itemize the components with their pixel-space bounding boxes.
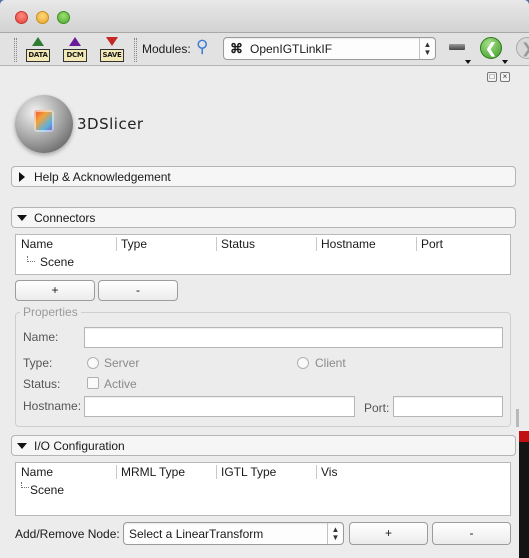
hostname-label: Hostname: bbox=[23, 399, 82, 413]
title-bar bbox=[0, 0, 529, 33]
io-section-header[interactable]: I/O Configuration bbox=[11, 435, 516, 456]
column-header-mrml-type[interactable]: MRML Type bbox=[116, 465, 185, 479]
tree-item-scene[interactable]: Scene bbox=[30, 483, 64, 497]
server-radio-label[interactable]: Server bbox=[104, 356, 139, 370]
column-header-port[interactable]: Port bbox=[416, 237, 443, 251]
server-radio[interactable] bbox=[87, 357, 99, 369]
dock-header: □ × bbox=[11, 70, 516, 84]
slicer-logo-cube bbox=[34, 110, 54, 132]
hostname-field[interactable] bbox=[84, 396, 355, 417]
tree-branch-line bbox=[21, 482, 29, 488]
help-section-header[interactable]: Help & Acknowledgement bbox=[11, 166, 516, 187]
tree-item-scene[interactable]: Scene bbox=[40, 255, 74, 269]
client-radio-label[interactable]: Client bbox=[315, 356, 346, 370]
column-header-status[interactable]: Status bbox=[216, 237, 255, 251]
active-checkbox-label[interactable]: Active bbox=[104, 377, 137, 391]
panel-scrollbar[interactable] bbox=[516, 409, 519, 427]
save-icon: SAVE bbox=[100, 49, 124, 62]
chevron-updown-icon: ▲ ▼ bbox=[419, 38, 435, 59]
toolbar-grip-modules[interactable] bbox=[134, 38, 137, 62]
background-view-edge-dark bbox=[519, 442, 529, 558]
module-selector-value: OpenIGTLinkIF bbox=[250, 42, 333, 56]
dicom-arrow-icon bbox=[69, 37, 81, 46]
properties-title: Properties bbox=[20, 305, 81, 319]
tree-branch-line bbox=[27, 256, 35, 262]
layout-dropdown-icon[interactable] bbox=[465, 60, 471, 64]
back-dropdown-icon[interactable] bbox=[502, 60, 508, 64]
column-header-name[interactable]: Name bbox=[16, 237, 53, 251]
remove-connector-button[interactable]: - bbox=[98, 280, 178, 301]
io-section-label: I/O Configuration bbox=[34, 439, 125, 453]
connector-name-field[interactable] bbox=[84, 327, 503, 348]
connectors-table[interactable]: Name Type Status Hostname Port Scene bbox=[15, 234, 511, 275]
load-dicom-button[interactable]: DCM bbox=[63, 37, 87, 62]
chevron-updown-icon: ▲ ▼ bbox=[327, 523, 343, 544]
module-search-icon[interactable]: ⚲ bbox=[196, 37, 208, 57]
layout-icon[interactable] bbox=[449, 44, 465, 50]
column-header-name[interactable]: Name bbox=[16, 465, 53, 479]
name-label: Name: bbox=[23, 330, 59, 344]
linear-transform-selector[interactable]: Select a LinearTransform ▲ ▼ bbox=[123, 522, 344, 545]
column-header-hostname[interactable]: Hostname bbox=[316, 237, 376, 251]
logo-text: 3DSlicer bbox=[77, 115, 144, 133]
back-arrow-icon[interactable]: ❮ bbox=[480, 37, 502, 59]
close-dock-icon[interactable]: × bbox=[500, 72, 510, 82]
connectors-section-header[interactable]: Connectors bbox=[11, 207, 516, 228]
linear-transform-selector-value: Select a LinearTransform bbox=[129, 527, 264, 541]
load-arrow-icon bbox=[32, 37, 44, 46]
connectors-section-label: Connectors bbox=[34, 211, 96, 225]
type-label: Type: bbox=[23, 356, 53, 370]
add-connector-button[interactable]: + bbox=[15, 280, 95, 301]
expand-icon bbox=[19, 172, 25, 182]
modules-label: Modules: bbox=[142, 42, 191, 56]
openigtlink-icon: ⌘ bbox=[230, 41, 243, 56]
save-arrow-icon bbox=[106, 37, 118, 46]
io-table[interactable]: Name MRML Type IGTL Type Vis Scene bbox=[15, 462, 511, 516]
collapse-icon bbox=[17, 443, 27, 449]
undock-icon[interactable]: □ bbox=[487, 72, 497, 82]
slicer-window: DATA DCM SAVE Modules: ⚲ ⌘ OpenIGTLinkIF… bbox=[0, 0, 529, 558]
add-remove-node-label: Add/Remove Node: bbox=[15, 527, 120, 541]
active-checkbox[interactable] bbox=[87, 377, 99, 389]
zoom-window-button[interactable] bbox=[57, 11, 70, 24]
remove-node-button[interactable]: - bbox=[432, 522, 511, 545]
background-view-edge bbox=[519, 431, 529, 442]
toolbar-grip[interactable] bbox=[14, 38, 17, 62]
data-icon: DATA bbox=[26, 49, 50, 62]
column-header-type[interactable]: Type bbox=[116, 237, 147, 251]
add-node-button[interactable]: + bbox=[349, 522, 428, 545]
minimize-window-button[interactable] bbox=[36, 11, 49, 24]
column-header-vis[interactable]: Vis bbox=[316, 465, 337, 479]
client-radio[interactable] bbox=[297, 357, 309, 369]
collapse-icon bbox=[17, 215, 27, 221]
save-button[interactable]: SAVE bbox=[100, 37, 124, 62]
module-selector[interactable]: ⌘ OpenIGTLinkIF ▲ ▼ bbox=[223, 37, 436, 60]
help-section-label: Help & Acknowledgement bbox=[34, 170, 171, 184]
load-data-button[interactable]: DATA bbox=[26, 37, 50, 62]
port-field[interactable] bbox=[393, 396, 503, 417]
status-label: Status: bbox=[23, 377, 61, 391]
close-window-button[interactable] bbox=[15, 11, 28, 24]
port-label: Port: bbox=[364, 401, 390, 415]
column-header-igtl-type[interactable]: IGTL Type bbox=[216, 465, 276, 479]
dcm-icon: DCM bbox=[63, 49, 87, 62]
